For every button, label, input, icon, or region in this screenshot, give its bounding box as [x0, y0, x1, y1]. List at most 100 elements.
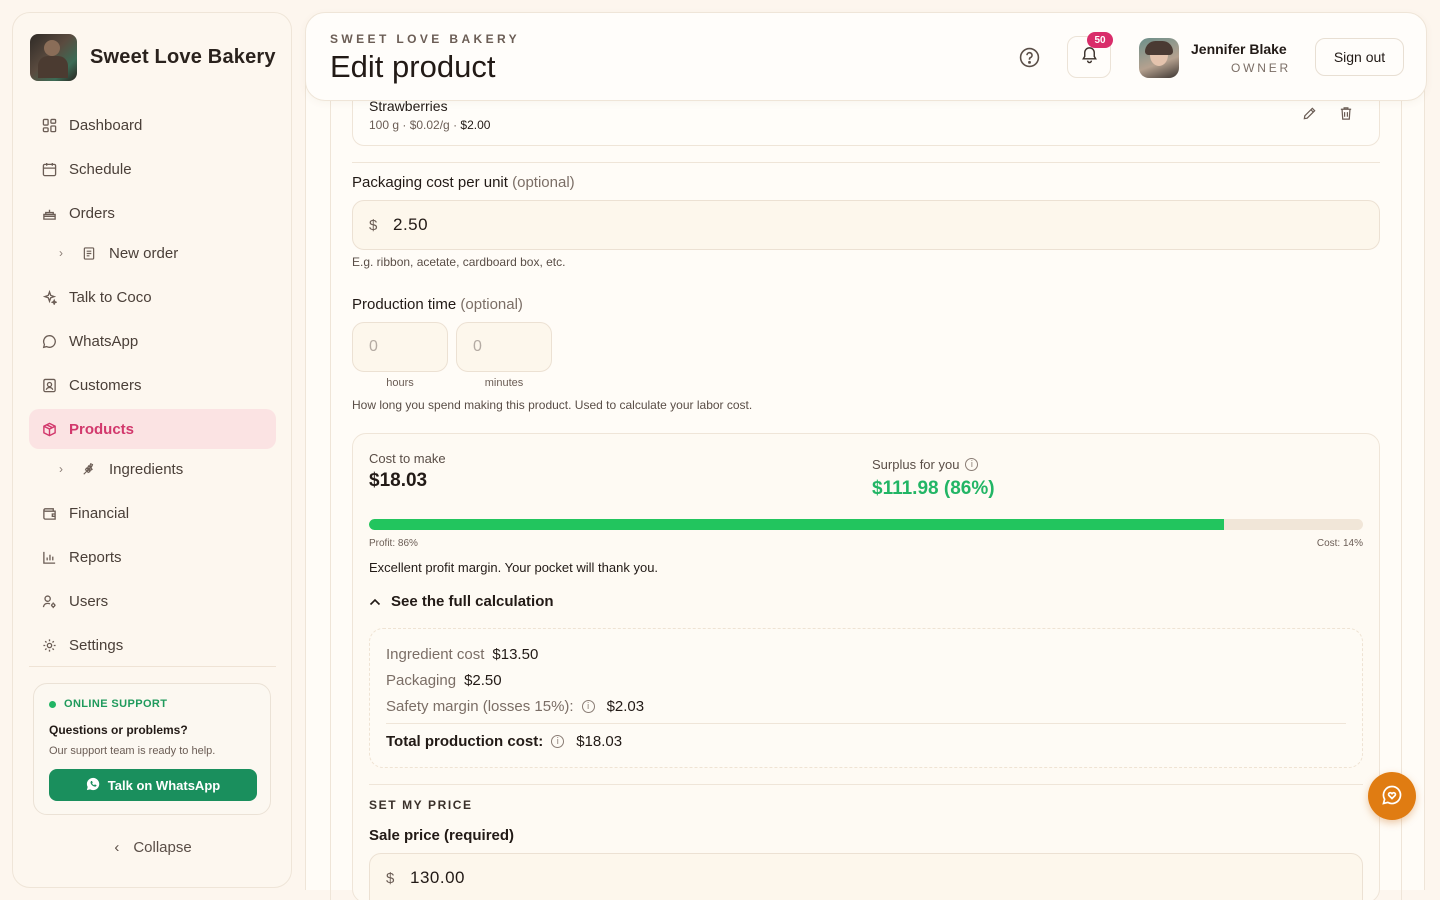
sale-price-field[interactable]: $ [369, 853, 1363, 900]
production-time-optional: (optional) [460, 296, 523, 313]
total-production-cost-label: Total production cost: [386, 733, 544, 750]
talk-on-whatsapp-label: Talk on WhatsApp [107, 777, 221, 793]
sidebar-item-users[interactable]: Users [29, 581, 276, 621]
production-time-hint: How long you spend making this product. … [352, 398, 753, 412]
section-divider [369, 784, 1363, 785]
cost-percent-label: Cost: 14% [1316, 538, 1363, 549]
packaging-cost-input[interactable] [393, 215, 614, 235]
sign-out-button[interactable]: Sign out [1315, 38, 1404, 76]
surplus-label: Surplus for you i [872, 457, 979, 472]
total-production-cost-value: $18.03 [576, 733, 623, 750]
cost-breakdown: Ingredient cost $13.50 Packaging $2.50 S… [369, 628, 1363, 768]
hours-field[interactable] [352, 322, 448, 372]
packaging-hint: E.g. ribbon, acetate, cardboard box, etc… [352, 255, 566, 269]
sidebar-item-label: Orders [69, 204, 115, 222]
packaging-label: Packaging cost per unit (optional) [352, 174, 575, 191]
profit-percent-label: Profit: 86% [369, 538, 418, 549]
minutes-field[interactable] [456, 322, 552, 372]
support-title: Questions or problems? [49, 723, 188, 737]
sidebar-item-settings[interactable]: Settings [29, 625, 276, 665]
cost-to-make-value: $18.03 [369, 470, 428, 491]
surplus-label-text: Surplus for you [872, 457, 960, 472]
total-production-cost-row: Total production cost: i $18.03 [386, 733, 622, 750]
section-divider [352, 162, 1380, 163]
packaging-row-label: Packaging [386, 672, 457, 689]
sidebar-item-label: Financial [69, 504, 130, 522]
support-text: Our support team is ready to help. [49, 745, 216, 757]
cake-icon [41, 205, 57, 221]
collapse-button[interactable]: ‹ Collapse [13, 839, 293, 856]
page-title: Edit product [330, 49, 496, 84]
chat-heart-icon [1381, 784, 1403, 809]
chevron-right-icon: › [59, 462, 63, 476]
bell-icon [1080, 45, 1099, 69]
info-icon[interactable]: i [581, 700, 595, 713]
ingredient-cost-label: Ingredient cost [386, 646, 485, 663]
production-time-label: Production time (optional) [352, 296, 523, 313]
sale-price-input[interactable] [410, 868, 631, 888]
product-form-card: Strawberries 100 g · $0.02/g · $2.00 Pac… [330, 60, 1402, 900]
cost-to-make-label: Cost to make [369, 451, 446, 466]
minutes-label: minutes [484, 377, 524, 389]
ingredient-meta: 100 g · $0.02/g · $2.00 [369, 118, 490, 132]
sidebar-item-label: Schedule [69, 160, 132, 178]
profit-bar [369, 519, 1363, 530]
collapse-label: Collapse [133, 839, 192, 856]
sidebar-item-reports[interactable]: Reports [29, 537, 276, 577]
calendar-icon [41, 161, 57, 177]
bar-chart-icon [41, 549, 57, 565]
sidebar-item-schedule[interactable]: Schedule [29, 149, 276, 189]
sidebar-item-new-order[interactable]: › New order [29, 235, 276, 271]
packaging-cost-field[interactable]: $ [352, 200, 1380, 250]
toggle-label: See the full calculation [391, 593, 554, 610]
main-content: Strawberries 100 g · $0.02/g · $2.00 Pac… [305, 60, 1425, 900]
wallet-icon [41, 505, 57, 521]
breakdown-divider [386, 723, 1346, 724]
currency-symbol: $ [369, 216, 378, 234]
sidebar-item-financial[interactable]: Financial [29, 493, 276, 533]
top-header: SWEET LOVE BAKERY Edit product 50 Jennif… [305, 12, 1427, 101]
header-eyebrow: SWEET LOVE BAKERY [330, 32, 521, 46]
document-icon [81, 245, 97, 261]
sale-price-label: Sale price (required) [369, 827, 515, 844]
sidebar-item-label: Products [69, 420, 135, 438]
see-full-calculation-toggle[interactable]: See the full calculation [369, 593, 554, 610]
sidebar-item-dashboard[interactable]: Dashboard [29, 105, 276, 145]
sidebar-item-ingredients[interactable]: › Ingredients [29, 451, 276, 487]
sidebar-item-customers[interactable]: Customers [29, 365, 276, 405]
safety-margin-value: $2.03 [606, 698, 645, 715]
surplus-value: $111.98 (86%) [872, 478, 995, 499]
info-icon[interactable]: i [551, 735, 565, 748]
sidebar-item-orders[interactable]: Orders [29, 193, 276, 233]
hours-input[interactable] [369, 338, 429, 356]
sidebar-item-talk-to-coco[interactable]: Talk to Coco [29, 277, 276, 317]
pencil-icon[interactable] [1302, 106, 1317, 126]
chevron-right-icon: › [59, 246, 63, 260]
minutes-input[interactable] [473, 338, 533, 356]
ingredient-line-total: $2.00 [460, 118, 491, 132]
production-time-label-text: Production time [352, 296, 457, 313]
sidebar-item-products[interactable]: Products [29, 409, 276, 449]
box-icon [41, 421, 57, 437]
brand-name: Sweet Love Bakery [90, 46, 276, 68]
chevron-up-icon [369, 593, 381, 610]
trash-icon[interactable] [1339, 106, 1353, 126]
sparkles-icon [41, 289, 57, 305]
chat-support-button[interactable] [1368, 772, 1416, 820]
support-card: ONLINE SUPPORT Questions or problems? Ou… [33, 683, 271, 815]
sidebar: Sweet Love Bakery Dashboard Schedule Ord… [12, 12, 292, 888]
sidebar-item-whatsapp[interactable]: WhatsApp [29, 321, 276, 361]
brand[interactable]: Sweet Love Bakery [30, 34, 276, 81]
packaging-row-value: $2.50 [464, 672, 502, 689]
sidebar-item-label: Customers [69, 376, 142, 394]
support-status-label: ONLINE SUPPORT [64, 698, 168, 710]
help-icon[interactable] [1017, 45, 1041, 69]
packaging-label-text: Packaging cost per unit [352, 174, 508, 191]
avatar[interactable] [1139, 38, 1179, 78]
talk-on-whatsapp-button[interactable]: Talk on WhatsApp [49, 769, 257, 801]
sidebar-item-label: New order [109, 244, 179, 262]
sidebar-item-label: Reports [69, 548, 122, 566]
info-icon[interactable]: i [965, 458, 979, 471]
contact-card-icon [41, 377, 57, 393]
sidebar-item-label: Ingredients [109, 460, 184, 478]
